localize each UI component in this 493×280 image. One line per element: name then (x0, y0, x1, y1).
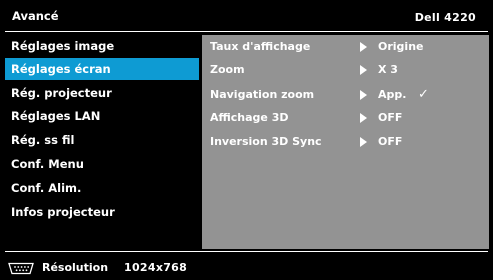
setting-row-taux-affichage[interactable]: Taux d'affichage Origine (202, 36, 489, 58)
sidebar-item-conf-alim[interactable]: Conf. Alim. (5, 177, 199, 199)
sidebar-item-label: Réglages écran (11, 62, 111, 76)
resolution-value: 1024x768 (124, 261, 188, 274)
vga-input-icon (8, 262, 34, 275)
submenu-arrow-icon (360, 90, 367, 100)
menu-header: Avancé Dell 4220 (0, 0, 493, 33)
submenu-arrow-icon (360, 113, 367, 123)
sidebar-item-reglages-lan[interactable]: Réglages LAN (5, 105, 199, 127)
sidebar-item-label: Infos projecteur (11, 205, 115, 219)
status-footer: Résolution 1024x768 (0, 252, 493, 280)
setting-row-navigation-zoom[interactable]: Navigation zoom App. ✓ (202, 84, 489, 106)
sidebar-item-label: Rég. projecteur (11, 86, 112, 100)
sidebar-item-reglages-image[interactable]: Réglages image (5, 35, 199, 57)
sidebar-item-reg-projecteur[interactable]: Rég. projecteur (5, 82, 199, 104)
header-divider (5, 31, 488, 32)
setting-label: Zoom (210, 63, 245, 76)
sidebar-menu: Réglages image Réglages écran Rég. proje… (5, 35, 199, 249)
setting-value: X 3 (378, 63, 398, 76)
setting-value: OFF (378, 111, 403, 124)
setting-row-zoom[interactable]: Zoom X 3 (202, 59, 489, 81)
setting-label: Affichage 3D (210, 111, 289, 124)
sidebar-item-label: Conf. Alim. (11, 181, 82, 195)
setting-label: Navigation zoom (210, 88, 315, 101)
sidebar-item-reglages-ecran[interactable]: Réglages écran (5, 58, 199, 80)
submenu-arrow-icon (360, 65, 367, 75)
sidebar-item-label: Conf. Menu (11, 157, 84, 171)
sidebar-item-reg-ss-fil[interactable]: Rég. ss fil (5, 129, 199, 151)
setting-value: OFF (378, 135, 403, 148)
sidebar-item-label: Rég. ss fil (11, 133, 75, 147)
setting-value: Origine (378, 40, 424, 53)
sidebar-item-label: Réglages image (11, 39, 115, 53)
sidebar-item-label: Réglages LAN (11, 109, 101, 123)
setting-value: App. (378, 88, 407, 101)
projector-osd-menu: Avancé Dell 4220 Réglages image Réglages… (0, 0, 493, 280)
setting-row-inversion-3d-sync[interactable]: Inversion 3D Sync OFF (202, 131, 489, 153)
checkmark-icon: ✓ (418, 87, 429, 102)
resolution-label: Résolution (42, 261, 109, 274)
settings-panel: Taux d'affichage Origine Zoom X 3 Naviga… (202, 35, 489, 249)
setting-label: Taux d'affichage (210, 40, 311, 53)
submenu-arrow-icon (360, 137, 367, 147)
submenu-arrow-icon (360, 42, 367, 52)
setting-row-affichage-3d[interactable]: Affichage 3D OFF (202, 107, 489, 129)
setting-label: Inversion 3D Sync (210, 135, 322, 148)
sidebar-item-conf-menu[interactable]: Conf. Menu (5, 153, 199, 175)
sidebar-item-infos-projecteur[interactable]: Infos projecteur (5, 201, 199, 223)
projector-model: Dell 4220 (414, 11, 476, 24)
menu-title: Avancé (12, 9, 59, 23)
